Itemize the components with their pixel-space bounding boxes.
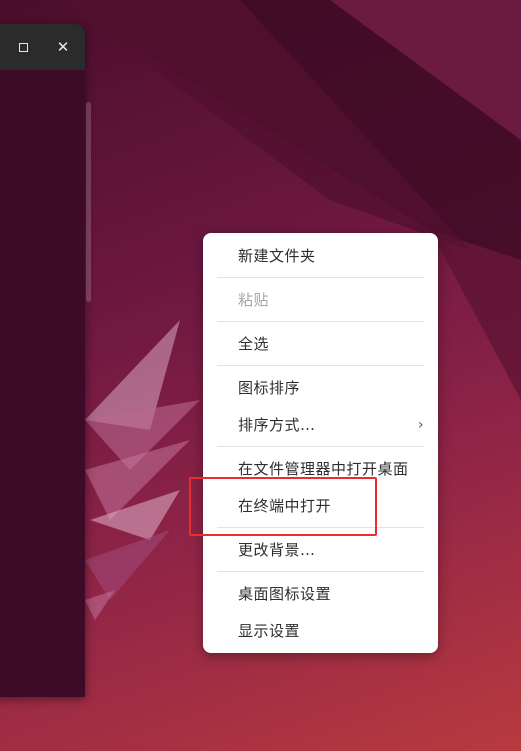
window-content: [0, 70, 85, 697]
menu-item-new-folder[interactable]: 新建文件夹: [203, 238, 438, 274]
desktop-context-menu: 新建文件夹 粘贴 全选 图标排序 排序方式… › 在文件管理器中打开桌面 在终端…: [203, 233, 438, 653]
menu-item-desktop-icon-settings[interactable]: 桌面图标设置: [203, 576, 438, 612]
file-manager-window[interactable]: ✕: [0, 24, 85, 697]
close-button[interactable]: ✕: [52, 36, 74, 58]
menu-item-change-background[interactable]: 更改背景…: [203, 532, 438, 568]
highlight-annotation-box: [189, 477, 377, 536]
menu-item-display-settings[interactable]: 显示设置: [203, 613, 438, 649]
close-icon: ✕: [56, 38, 70, 56]
menu-separator: [217, 277, 424, 278]
menu-separator: [217, 365, 424, 366]
menu-separator: [217, 321, 424, 322]
window-scrollbar[interactable]: [86, 102, 91, 302]
desktop[interactable]: ✕ 新建文件夹 粘贴 全选 图标排序 排序方式… › 在文件管理器中打开桌面 在…: [0, 0, 521, 751]
maximize-button[interactable]: [12, 36, 34, 58]
window-titlebar[interactable]: ✕: [0, 24, 85, 70]
menu-separator: [217, 571, 424, 572]
menu-item-sort-by-label: 排序方式…: [238, 416, 316, 434]
chevron-right-icon: ›: [417, 417, 424, 433]
maximize-icon: [18, 43, 28, 52]
menu-item-paste: 粘贴: [238, 291, 270, 309]
menu-item-sort-by[interactable]: 排序方式… ›: [203, 407, 438, 443]
menu-separator: [217, 446, 424, 447]
menu-item-arrange-icons[interactable]: 图标排序: [203, 370, 438, 406]
menu-item-select-all[interactable]: 全选: [203, 326, 438, 362]
